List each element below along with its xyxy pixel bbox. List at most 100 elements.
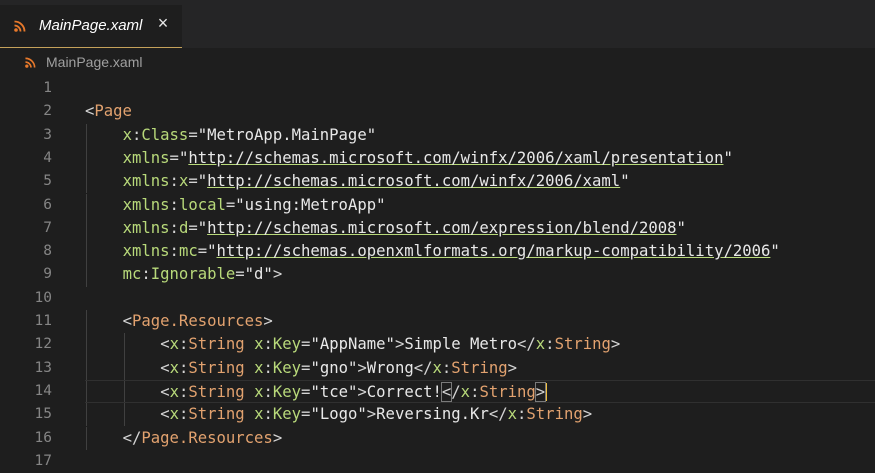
- code-editor[interactable]: 1 2 <Page 3 x:Class="MetroApp.MainPage" 4 xmln…: [0, 76, 875, 469]
- code-token: x: [169, 382, 179, 401]
- indent-guide: [86, 123, 87, 147]
- tab-bar: MainPage.xaml ×: [0, 0, 875, 48]
- code-token: <: [160, 382, 170, 401]
- code-line[interactable]: 15 <x:String x:Key="Logo">Reversing.Kr</x…: [0, 403, 875, 427]
- code-token: http://schemas.openxmlformats.org/markup…: [216, 242, 771, 261]
- line-number: 2: [43, 103, 52, 120]
- code-line[interactable]: 5 xmlns:x="http://schemas.microsoft.com/w…: [0, 170, 875, 194]
- code-token: <: [160, 335, 170, 354]
- code-token: mc: [178, 242, 198, 261]
- code-token: >: [610, 335, 621, 354]
- breadcrumb: MainPage.xaml: [0, 48, 875, 76]
- code-token: ": [676, 218, 686, 237]
- code-line[interactable]: 6 xmlns:local="using:MetroApp": [0, 193, 875, 217]
- code-text: x:Class="MetroApp.MainPage": [123, 124, 377, 147]
- rss-icon: [14, 20, 26, 32]
- code-token: Wrong: [366, 358, 414, 377]
- tab-mainpage-xaml[interactable]: MainPage.xaml ×: [0, 5, 182, 48]
- code-line[interactable]: 10: [0, 287, 875, 310]
- code-line[interactable]: 13 <x:String x:Key="gno">Wrong</x:String>: [0, 356, 875, 380]
- code-token: ": [197, 172, 208, 191]
- code-token: :: [263, 358, 273, 377]
- code-token: >: [582, 405, 593, 424]
- code-token: String: [451, 358, 508, 377]
- indent-guide: [86, 170, 87, 194]
- code-token: :: [169, 172, 179, 191]
- code-line[interactable]: 11 <Page.Resources>: [0, 310, 875, 334]
- code-token: :: [517, 405, 527, 424]
- code-token: =: [235, 265, 245, 284]
- code-line[interactable]: 2 <Page: [0, 100, 875, 123]
- code-token: :: [263, 335, 273, 354]
- code-token: :: [178, 335, 189, 354]
- line-number: 9: [43, 266, 52, 283]
- code-area: [85, 77, 875, 100]
- indent-guide: [86, 403, 87, 427]
- code-token: </: [488, 405, 508, 424]
- code-area: <Page: [85, 100, 875, 123]
- code-token: >: [366, 405, 377, 424]
- code-token: :: [141, 265, 151, 284]
- indent-guide: [86, 193, 87, 217]
- code-text: <x:String x:Key="AppName">Simple Metro</…: [160, 333, 620, 356]
- code-token: "using:MetroApp": [235, 195, 386, 214]
- code-line[interactable]: 14 <x:String x:Key="tce">Correct!</x:Stri…: [0, 379, 875, 404]
- code-token: /: [451, 382, 461, 401]
- code-token: Ignorable: [150, 265, 236, 284]
- text-cursor: [545, 383, 548, 402]
- code-area: <Page.Resources>: [85, 310, 875, 334]
- code-token: :: [169, 195, 179, 214]
- code-token: =: [188, 125, 198, 144]
- code-token: <: [440, 381, 453, 402]
- line-number: 10: [34, 289, 52, 306]
- code-line[interactable]: 3 x:Class="MetroApp.MainPage": [0, 123, 875, 147]
- line-number: 4: [43, 149, 52, 166]
- indent-guide: [86, 356, 87, 380]
- code-area: <x:String x:Key="AppName">Simple Metro</…: [85, 333, 875, 357]
- code-line[interactable]: 1: [0, 77, 875, 100]
- code-area: <x:String x:Key="Logo">Reversing.Kr</x:S…: [85, 403, 875, 427]
- code-token: "tce": [310, 382, 358, 401]
- tab-label: MainPage.xaml: [39, 17, 143, 34]
- code-token: >: [394, 335, 405, 354]
- code-token: mc: [122, 265, 142, 284]
- code-line[interactable]: 9 mc:Ignorable="d">: [0, 263, 875, 287]
- code-area: x:Class="MetroApp.MainPage": [85, 123, 875, 147]
- code-token: >: [272, 265, 283, 284]
- code-token: ": [770, 242, 780, 261]
- code-line[interactable]: 7 xmlns:d="http://schemas.microsoft.com/e…: [0, 216, 875, 241]
- code-token: Page: [94, 102, 132, 121]
- line-number: 7: [43, 219, 52, 236]
- code-line[interactable]: 8 xmlns:mc="http://schemas.openxmlformats…: [0, 240, 875, 264]
- code-token: x: [178, 172, 189, 191]
- code-text: <x:String x:Key="gno">Wrong</x:String>: [160, 357, 517, 380]
- code-line[interactable]: 12 <x:String x:Key="AppName">Simple Metro…: [0, 333, 875, 357]
- close-icon[interactable]: ×: [155, 14, 171, 32]
- code-line[interactable]: 4 xmlns="http://schemas.microsoft.com/win…: [0, 146, 875, 171]
- code-token: <: [122, 312, 132, 330]
- code-area: xmlns:x="http://schemas.microsoft.com/wi…: [85, 170, 875, 194]
- code-token: <: [85, 102, 95, 121]
- code-text: <x:String x:Key="Logo">Reversing.Kr</x:S…: [160, 403, 592, 426]
- code-token: >: [272, 428, 283, 447]
- code-token: x: [507, 405, 518, 424]
- code-line[interactable]: 16 </Page.Resources>: [0, 426, 875, 450]
- indent-guide: [123, 333, 125, 357]
- code-token: Page.Resources: [141, 428, 273, 447]
- code-token: String: [188, 335, 245, 354]
- code-token: String: [554, 335, 611, 354]
- code-token: "gno": [310, 358, 358, 377]
- code-token: =: [225, 195, 236, 214]
- code-token: :: [545, 335, 555, 354]
- breadcrumb-file[interactable]: MainPage.xaml: [46, 54, 143, 70]
- code-area: [85, 287, 875, 310]
- code-token: ": [723, 148, 733, 167]
- indent-guide: [86, 380, 87, 403]
- code-line[interactable]: 17: [0, 450, 875, 473]
- code-token: http://schemas.microsoft.com/winfx/2006/…: [188, 148, 724, 167]
- code-token: :: [178, 382, 189, 401]
- code-area: xmlns="http://schemas.microsoft.com/winf…: [85, 146, 875, 171]
- indent-guide: [123, 356, 125, 380]
